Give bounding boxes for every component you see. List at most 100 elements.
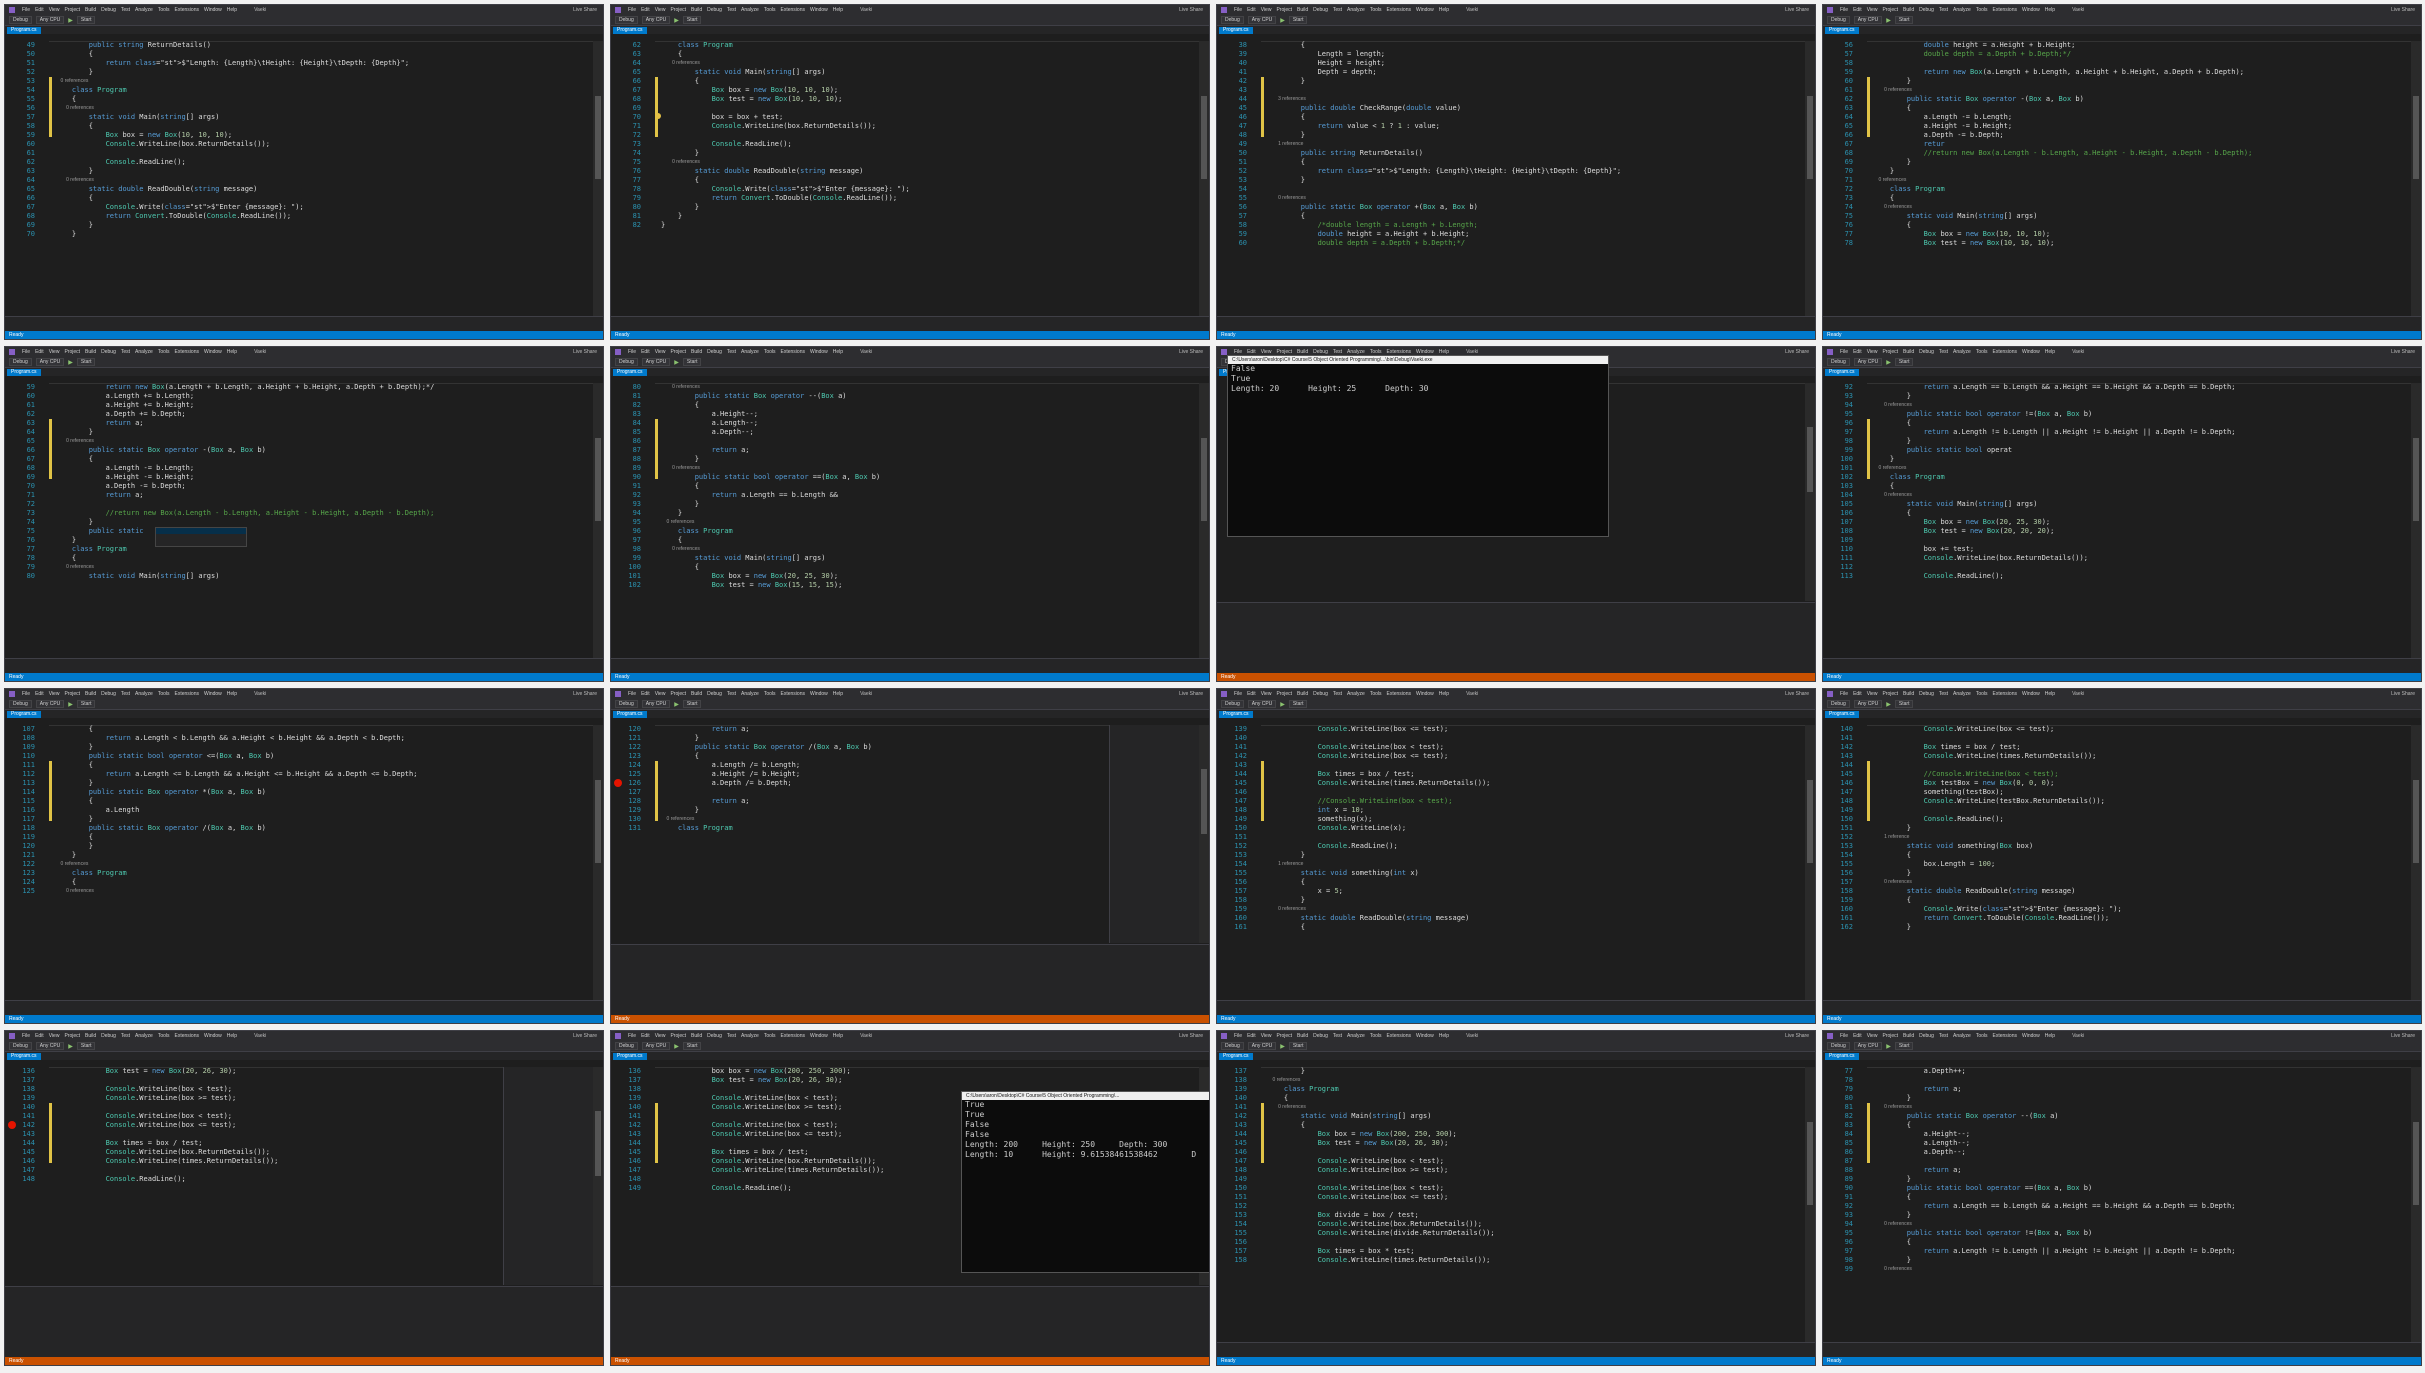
start-button[interactable]: Start [76,700,96,708]
code-line[interactable]: a.Depth--; [661,428,1199,437]
code-line[interactable]: Console.ReadLine(); [1873,572,2411,581]
code-line[interactable]: Console.WriteLine(box <= test); [1267,1193,1805,1202]
menu-file[interactable]: File [628,1033,636,1039]
code-line[interactable]: 0 references [661,545,1199,554]
code-editor[interactable]: 120 121 122 123 124 125 126 127 128 129 130 131 ret… [611,725,1109,943]
menu-edit[interactable]: Edit [35,691,44,697]
live-share-button[interactable]: Live Share [2391,349,2415,355]
vertical-scrollbar[interactable] [2411,1067,2421,1342]
code-line[interactable]: 3 references [1267,95,1805,104]
code-line[interactable]: class Program [1267,1085,1805,1094]
code-line[interactable]: Length = length; [1267,50,1805,59]
code-line[interactable]: { [1873,194,2411,203]
start-button[interactable]: Start [76,1042,96,1050]
menu-window[interactable]: Window [2022,7,2040,13]
code-line[interactable] [1873,536,2411,545]
code-editor[interactable]: 49 50 51 52 53 54 55 56 57 58 59 60 61 62 63 64 65 66 67 68… [5,41,593,316]
menu-build[interactable]: Build [85,1033,96,1039]
live-share-button[interactable]: Live Share [573,1033,597,1039]
code-line[interactable]: } [1873,869,2411,878]
code-line[interactable] [55,1076,503,1085]
code-line[interactable]: } [661,500,1199,509]
code-line[interactable]: Console.WriteLine(box >= test); [55,1094,503,1103]
menu-edit[interactable]: Edit [641,7,650,13]
menu-window[interactable]: Window [204,1033,222,1039]
code-line[interactable]: { [661,176,1199,185]
code-line[interactable]: static void Main(string[] args) [661,68,1199,77]
start-debug-icon[interactable]: ▶ [68,17,73,24]
menu-extensions[interactable]: Extensions [175,7,199,13]
menu-extensions[interactable]: Extensions [175,1033,199,1039]
code-line[interactable]: Depth = depth; [1267,68,1805,77]
configuration-dropdown[interactable]: Debug [1221,1042,1244,1050]
code-line[interactable]: Box times = box / test; [1873,743,2411,752]
code-line[interactable]: } [55,230,593,239]
code-line[interactable]: return a; [1873,1166,2411,1175]
code-line[interactable]: public static bool operator <=(Box a, Bo… [55,752,593,761]
scrollbar-thumb[interactable] [2413,780,2419,863]
code-line[interactable]: Console.WriteLine(testBox.ReturnDetails(… [1873,797,2411,806]
code-line[interactable]: } [55,743,593,752]
menu-test[interactable]: Test [727,691,736,697]
code-line[interactable]: //return new Box(a.Length - b.Length, a.… [55,509,593,518]
code-line[interactable]: double height = a.Height + b.Height; [1873,41,2411,50]
live-share-button[interactable]: Live Share [573,691,597,697]
configuration-dropdown[interactable]: Debug [615,358,638,366]
configuration-dropdown[interactable]: Debug [1827,700,1850,708]
code-line[interactable]: { [1267,212,1805,221]
menu-tools[interactable]: Tools [158,691,170,697]
code-line[interactable]: Box test = new Box(10, 10, 10); [1873,239,2411,248]
start-button[interactable]: Start [1894,700,1914,708]
code-line[interactable]: } [55,518,593,527]
code-line[interactable]: Console.WriteLine(times.ReturnDetails())… [1873,752,2411,761]
code-line[interactable]: Console.WriteLine(box.ReturnDetails()); [661,122,1199,131]
code-line[interactable]: { [1267,158,1805,167]
code-line[interactable]: a.Depth--; [1873,1148,2411,1157]
menu-file[interactable]: File [22,691,30,697]
menu-build[interactable]: Build [1903,691,1914,697]
menu-help[interactable]: Help [833,349,843,355]
code-line[interactable]: something(testBox); [1873,788,2411,797]
code-line[interactable]: double depth = a.Depth + b.Depth;*/ [1873,50,2411,59]
code-line[interactable] [1873,563,2411,572]
configuration-dropdown[interactable]: Debug [1827,16,1850,24]
code-line[interactable]: { [55,194,593,203]
menu-project[interactable]: Project [1882,7,1898,13]
configuration-dropdown[interactable]: Debug [615,700,638,708]
code-line[interactable]: a.Length--; [661,419,1199,428]
code-line[interactable]: Height = height; [1267,59,1805,68]
code-line[interactable]: public static Box operator +(Box a, Box … [1267,203,1805,212]
menu-file[interactable]: File [1234,691,1242,697]
menu-debug[interactable]: Debug [101,349,116,355]
code-line[interactable]: Console.WriteLine(times.ReturnDetails())… [55,1157,503,1166]
live-share-button[interactable]: Live Share [573,349,597,355]
vertical-scrollbar[interactable] [2411,41,2421,316]
menu-tools[interactable]: Tools [764,349,776,355]
code-line[interactable]: } [1873,455,2411,464]
code-line[interactable]: return a; [661,725,1109,734]
menu-extensions[interactable]: Extensions [781,1033,805,1039]
code-line[interactable]: return new Box(a.Length + b.Length, a.He… [1873,68,2411,77]
code-line[interactable]: { [55,797,593,806]
code-line[interactable]: a.Length += b.Length; [55,392,593,401]
configuration-dropdown[interactable]: Debug [9,358,32,366]
start-debug-icon[interactable]: ▶ [674,701,679,708]
code-line[interactable]: 0 references [55,437,593,446]
menu-test[interactable]: Test [121,691,130,697]
code-line[interactable]: Console.WriteLine(times.ReturnDetails())… [1267,1256,1805,1265]
code-line[interactable]: } [55,167,593,176]
start-button[interactable]: Start [76,16,96,24]
menu-test[interactable]: Test [727,1033,736,1039]
code-line[interactable] [1267,833,1805,842]
code-line[interactable] [1873,1076,2411,1085]
code-line[interactable]: Console.WriteLine(box.ReturnDetails()); [1267,1220,1805,1229]
code-line[interactable]: box = box + test; [661,113,1199,122]
code-editor[interactable]: 56 57 58 59 60 61 62 63 64 65 66 67 68 69 70 71 72 73 74 75… [1823,41,2411,316]
code-line[interactable]: Box test = new Box(20, 26, 30); [1267,1139,1805,1148]
code-editor[interactable]: 137 138 139 140 141 142 143 144 145 146 147 148 149 1… [1217,1067,1805,1342]
code-line[interactable]: { [1873,104,2411,113]
code-line[interactable]: { [1873,1238,2411,1247]
code-line[interactable]: a.Depth += b.Depth; [55,410,593,419]
code-line[interactable]: //Console.WriteLine(box < test); [1267,797,1805,806]
menu-file[interactable]: File [628,691,636,697]
